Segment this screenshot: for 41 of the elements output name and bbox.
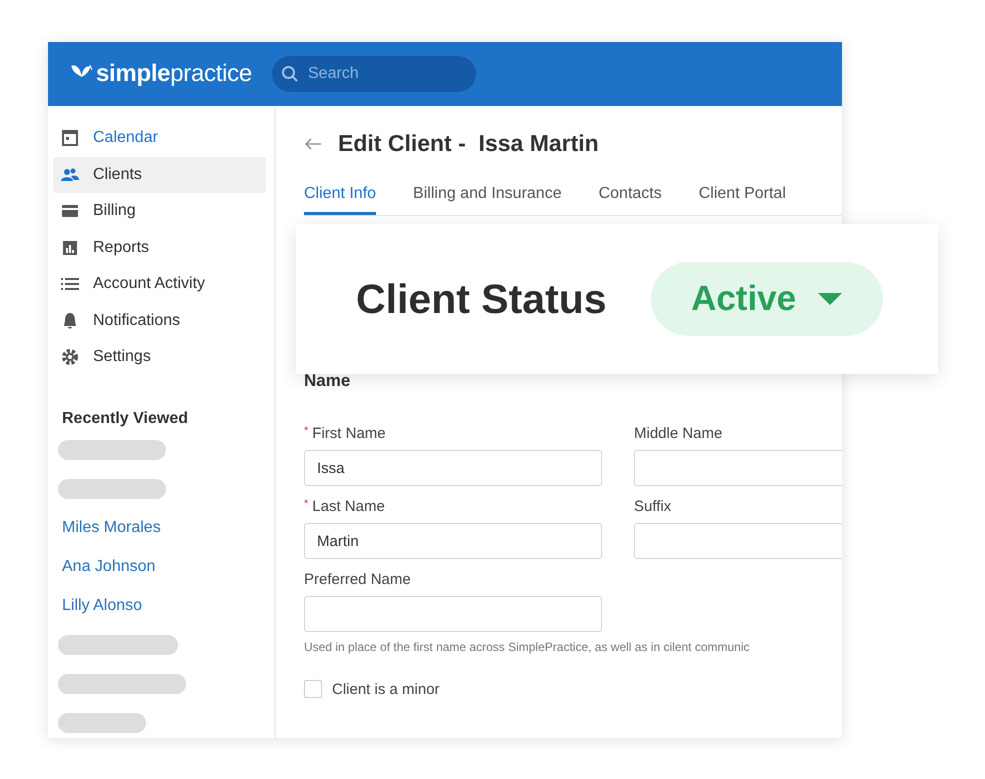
input-field[interactable]: Issa bbox=[304, 450, 602, 486]
field-label: First Name bbox=[312, 425, 386, 442]
settings-icon bbox=[61, 348, 79, 366]
field-label: Middle Name bbox=[634, 425, 722, 442]
tab[interactable]: Client Info bbox=[304, 185, 376, 215]
recent-client-link[interactable]: Lilly Alonso bbox=[62, 596, 266, 634]
caret-icon bbox=[818, 293, 842, 305]
tab[interactable]: Contacts bbox=[598, 185, 662, 215]
sidebar-item[interactable]: Reports bbox=[53, 230, 266, 266]
search-icon bbox=[281, 65, 299, 83]
recent-client-link[interactable]: Ana Johnson bbox=[62, 556, 266, 596]
people-icon bbox=[61, 166, 79, 184]
required-mark: * bbox=[304, 425, 308, 437]
bell-icon bbox=[61, 312, 79, 330]
checkbox-label: Client is a minor bbox=[332, 680, 440, 698]
field-label: Preferred Name bbox=[304, 571, 411, 588]
input-field[interactable] bbox=[304, 596, 602, 632]
recent-client-link[interactable]: Miles Morales bbox=[62, 518, 266, 556]
status-title: Client Status bbox=[356, 276, 607, 322]
back-arrow-icon[interactable] bbox=[304, 136, 322, 150]
section-heading: Name bbox=[304, 371, 352, 391]
field-label: Suffix bbox=[634, 498, 672, 515]
helper-text: Used in place of the first name across SimplePractice, as well as in cilent communic bbox=[304, 640, 751, 654]
logo-text[interactable]: simplepractice bbox=[96, 60, 252, 88]
calendar-icon bbox=[61, 129, 79, 148]
bar-chart-icon bbox=[61, 238, 79, 257]
sidebar-item[interactable]: Calendar bbox=[53, 120, 266, 156]
sidebar-item[interactable]: Clients bbox=[53, 156, 266, 193]
tab[interactable]: Billing and Insurance bbox=[413, 185, 562, 215]
sidebar-item[interactable]: Notifications bbox=[53, 302, 266, 339]
tab[interactable]: Client Portal bbox=[698, 185, 786, 215]
sidebar-item[interactable]: Settings bbox=[53, 339, 266, 376]
required-mark: * bbox=[304, 498, 308, 510]
field-label: Last Name bbox=[312, 498, 385, 515]
page-title: Edit Client - Issa Martin bbox=[338, 130, 599, 157]
section-heading: Recently Viewed bbox=[62, 410, 189, 428]
sidebar-item[interactable]: Account Activity bbox=[53, 266, 266, 302]
sidebar-item[interactable]: Billing bbox=[53, 193, 266, 230]
search-field[interactable]: Search bbox=[272, 56, 476, 92]
input-field[interactable]: Martin bbox=[304, 523, 602, 559]
checkbox[interactable] bbox=[304, 680, 322, 698]
